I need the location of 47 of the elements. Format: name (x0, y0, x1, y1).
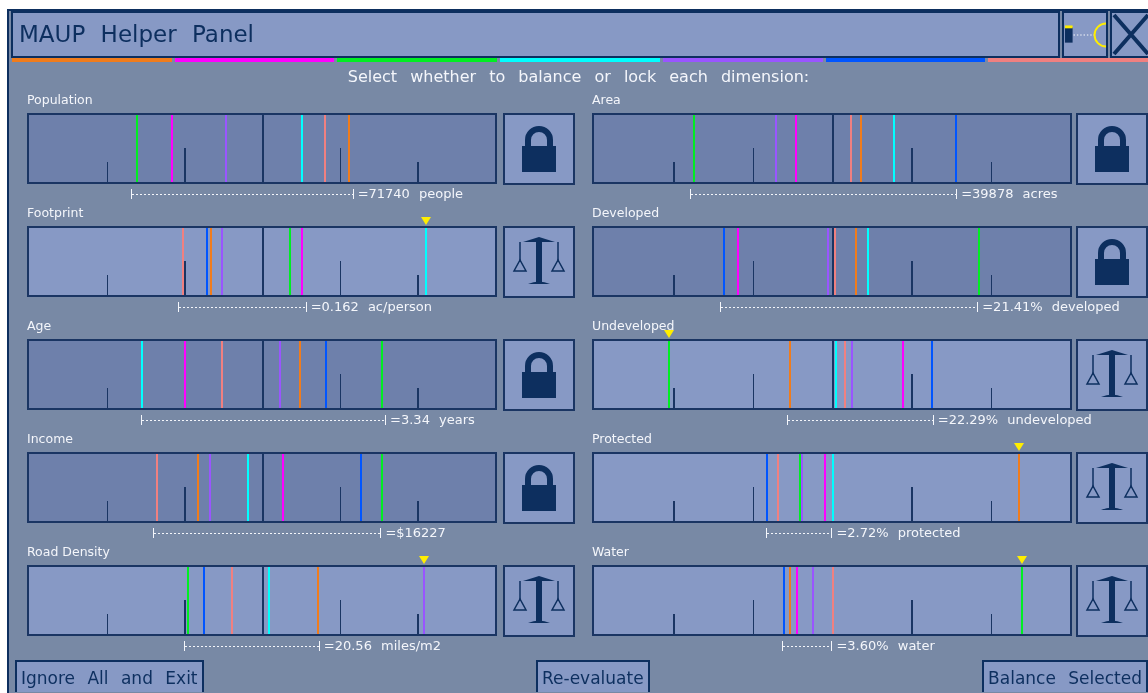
balance-button[interactable] (1076, 339, 1148, 411)
highlight-triangle-icon (420, 217, 431, 225)
lock-icon (1093, 126, 1131, 172)
dimension-label: Road Density (27, 544, 111, 560)
scale-label: =0.162 ac/person (310, 298, 432, 316)
scale-label: =3.60% water (836, 637, 935, 655)
scale-label: =$16227 (385, 524, 446, 542)
highlight-triangle-icon (1017, 556, 1028, 564)
dimension-label: Developed (592, 205, 661, 221)
dimension-label: Age (27, 318, 53, 334)
lock-button[interactable] (503, 113, 575, 185)
exit-button[interactable]: Ignore All and Exit (15, 660, 204, 692)
highlight-triangle-icon (418, 556, 429, 564)
scale-label: =22.29% undeveloped (937, 411, 1092, 429)
dimension-label: Income (27, 431, 74, 447)
dimension-label: Area (592, 92, 622, 108)
lock-button[interactable] (1076, 226, 1148, 298)
balance-button[interactable] (503, 226, 575, 298)
close-button[interactable] (1110, 11, 1148, 58)
window-title: MAUP Helper Panel (11, 11, 1060, 58)
scale-label: =39878 acres (961, 185, 1058, 203)
reevaluate-button[interactable]: Re-evaluate (536, 660, 650, 692)
lock-button[interactable] (1076, 113, 1148, 185)
scale-label: =3.34 years (390, 411, 475, 429)
dimension-label: Protected (592, 431, 653, 447)
dimension-label: Water (592, 544, 630, 560)
dimension-label: Footprint (27, 205, 85, 221)
balance-button[interactable] (1076, 565, 1148, 637)
dimension-label: Undeveloped (592, 318, 676, 334)
close-icon (1112, 13, 1148, 56)
scale-label: =21.41% developed (982, 298, 1120, 316)
scale-label: =2.72% protected (836, 524, 961, 542)
highlight-triangle-icon (1014, 443, 1025, 451)
balance-button[interactable] (503, 565, 575, 637)
lock-icon (520, 465, 558, 511)
lock-button[interactable] (503, 452, 575, 524)
scale-label: =20.56 miles/m2 (323, 637, 441, 655)
connection-button[interactable] (1062, 11, 1108, 58)
lock-icon (1093, 239, 1131, 285)
lock-icon (520, 352, 558, 398)
balance-button[interactable] (1076, 452, 1148, 524)
scale-label: =71740 people (357, 185, 464, 203)
dimension-label: Population (27, 92, 94, 108)
balance-selected-button[interactable]: Balance Selected (982, 660, 1148, 692)
instruction-text: Select whether to balance or lock each dimension: (346, 66, 811, 88)
lock-icon (520, 126, 558, 172)
lock-button[interactable] (503, 339, 575, 411)
